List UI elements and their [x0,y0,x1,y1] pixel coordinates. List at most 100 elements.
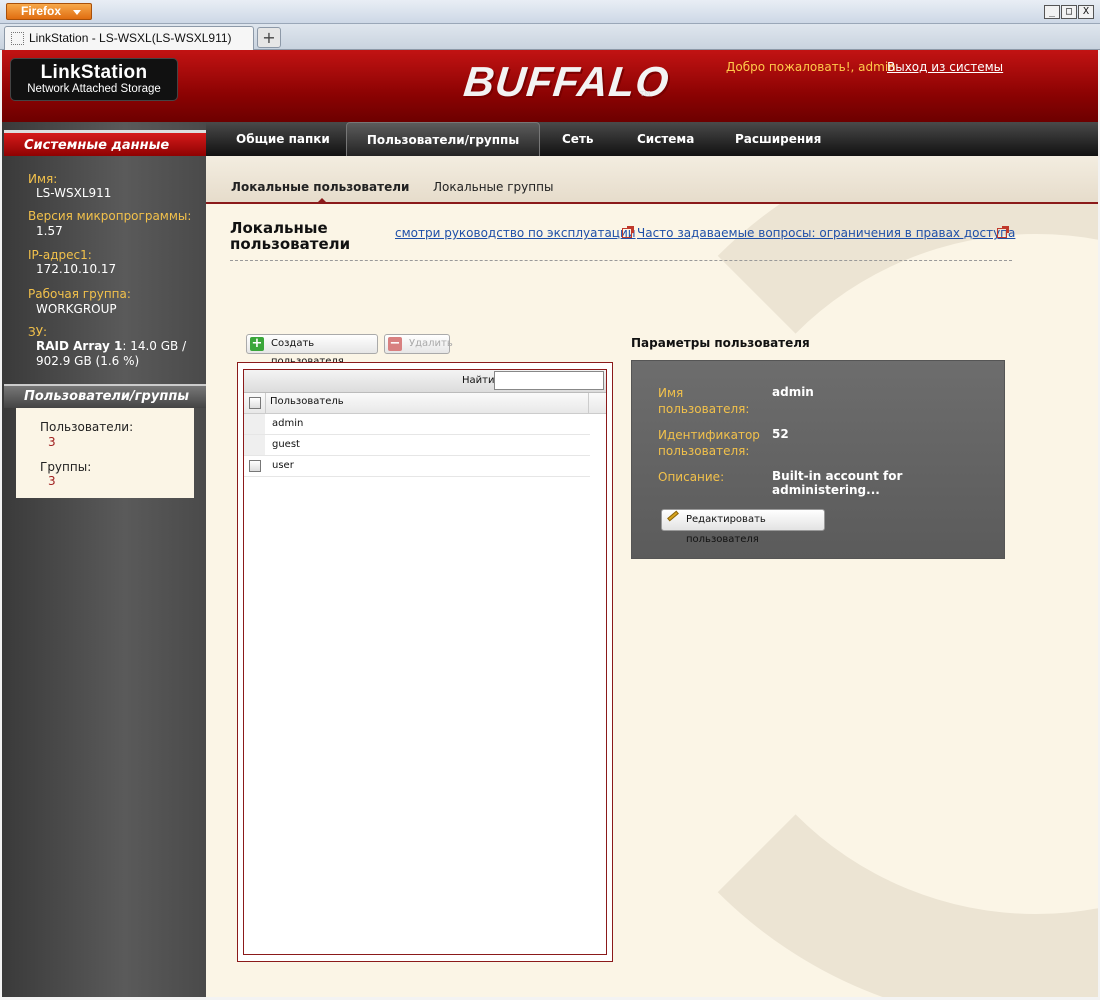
faq-link[interactable]: Часто задаваемые вопросы: ограничения в … [637,226,1015,240]
select-all-checkbox[interactable] [249,397,261,409]
detail-id-value: 52 [772,427,789,441]
column-separator [588,393,589,414]
page-title: Локальные пользователи [230,220,390,252]
storage-line1: RAID Array 1: 14.0 GB / [36,339,186,353]
delete-user-button[interactable]: − Удалить [384,334,453,354]
ip-label: IP-адрес1: [28,248,92,262]
page-favicon-icon [11,32,24,45]
browser-tab-title: LinkStation - LS-WSXL(LS-WSXL911) [29,31,232,45]
user-name-cell: user [272,460,294,471]
column-header-user[interactable]: Пользователь [270,396,344,407]
grid-toolbar: Найти [244,370,606,393]
minus-icon: − [388,336,402,351]
subtab-local-users[interactable]: Локальные пользователи [231,180,409,194]
firmware-label: Версия микропрограммы: [28,209,192,223]
close-button[interactable]: X [1078,5,1094,19]
storage-line2: 902.9 GB (1.6 %) [36,354,140,368]
tab-users-groups[interactable]: Пользователи/группы [346,122,540,169]
external-link-icon[interactable] [622,226,634,238]
maximize-button[interactable]: □ [1061,5,1077,19]
detail-id-label-line2: пользователя: [658,444,750,458]
row-selector [244,435,265,455]
delete-user-label: Удалить [409,338,453,349]
row-checkbox[interactable] [249,460,261,472]
table-row[interactable]: guest [244,435,590,456]
find-input[interactable] [494,371,604,390]
edit-user-button[interactable]: Редактировать пользователя [661,509,825,545]
tab-system[interactable]: Система [637,122,694,156]
background-swoosh [586,204,1098,997]
logo-main-text: LinkStation [40,62,148,83]
edit-user-label: Редактировать пользователя [686,514,766,545]
workgroup-label: Рабочая группа: [28,287,131,301]
tab-network[interactable]: Сеть [562,122,594,156]
user-name-cell: guest [272,439,300,450]
external-link-icon[interactable] [997,226,1009,238]
users-groups-panel: Пользователи: 3 Группы: 3 [16,408,194,498]
welcome-text: Добро пожаловать!, admin [726,60,896,74]
detail-name-value: admin [772,385,814,399]
create-user-button[interactable]: + Создать пользователя [246,334,378,367]
detail-name-label-line2: пользователя: [658,402,750,416]
firefox-menu-label: Firefox [21,4,62,18]
name-value: LS-WSXL911 [36,186,112,200]
chevron-down-icon [73,10,81,15]
sidebar: Системные данные Имя: LS-WSXL911 Версия … [2,122,208,997]
pencil-icon [667,510,679,522]
web-page: LinkStation Network Attached Storage BUF… [2,50,1098,997]
table-row[interactable]: user [244,456,590,477]
storage-usage: : 14.0 GB / [122,339,187,353]
page-title-line2: пользователи [230,235,351,253]
grid-header: Пользователь [244,393,606,414]
table-row[interactable]: admin [244,414,590,435]
detail-id-label: Идентификатор пользователя: [658,427,768,459]
user-details-panel: Имя пользователя: admin Идентификатор по… [631,360,1005,559]
users-grid: Найти Пользователь admin guest user [237,362,613,962]
logout-link[interactable]: Выход из системы [887,60,1003,74]
users-groups-heading: Пользователи/группы [4,384,208,408]
detail-desc-label: Описание: [658,470,725,484]
firmware-value: 1.57 [36,224,63,238]
main-content: Локальные пользователи смотри руководств… [206,204,1098,997]
main-nav: Общие папки Пользователи/группы Сеть Сис… [206,122,1098,169]
minimize-button[interactable]: _ [1044,5,1060,19]
find-label: Найти [462,375,495,386]
row-selector [244,414,265,434]
page-title-line1: Локальные [230,219,328,237]
tab-shared-folders[interactable]: Общие папки [236,122,330,156]
manual-link[interactable]: смотри руководство по эксплуатации [395,226,636,240]
system-info-heading: Системные данные [4,130,208,156]
browser-tab[interactable]: LinkStation - LS-WSXL(LS-WSXL911) [4,26,254,50]
logo-sub-text: Network Attached Storage [27,83,161,95]
site-header: LinkStation Network Attached Storage BUF… [2,50,1098,122]
ip-value: 172.10.10.17 [36,262,117,276]
subtab-local-groups[interactable]: Локальные группы [433,180,553,194]
dashed-divider [230,260,1012,261]
browser-tabbar: LinkStation - LS-WSXL(LS-WSXL911) + [0,24,1100,50]
detail-name-label: Имя пользователя: [658,385,768,417]
user-name-cell: admin [272,418,304,429]
name-label: Имя: [28,172,58,186]
storage-name: RAID Array 1 [36,339,123,353]
new-tab-button[interactable]: + [257,27,281,48]
workgroup-value: WORKGROUP [36,302,117,316]
users-count-value: 3 [48,435,56,449]
storage-label: ЗУ: [28,325,48,339]
detail-name-label-line1: Имя [658,386,684,400]
window-titlebar: Firefox _ □ X [0,0,1100,24]
detail-id-label-line1: Идентификатор [658,428,760,442]
tab-users-groups-label: Пользователи/группы [366,133,520,147]
firefox-menu-button[interactable]: Firefox [6,3,92,20]
linkstation-logo: LinkStation Network Attached Storage [10,58,178,101]
trademark-mark: TM [640,90,651,98]
sub-nav: Локальные пользователи Локальные группы [206,156,1098,206]
users-grid-body: Найти Пользователь admin guest user [243,369,607,955]
tab-extensions[interactable]: Расширения [735,122,821,156]
groups-count-value: 3 [48,474,56,488]
user-details-title: Параметры пользователя [631,336,810,350]
column-separator [265,393,266,414]
buffalo-logo: BUFFALO [461,58,672,105]
users-count-label: Пользователи: [40,420,134,434]
groups-count-label: Группы: [40,460,92,474]
detail-desc-value: Built-in account for administering... [772,469,903,497]
